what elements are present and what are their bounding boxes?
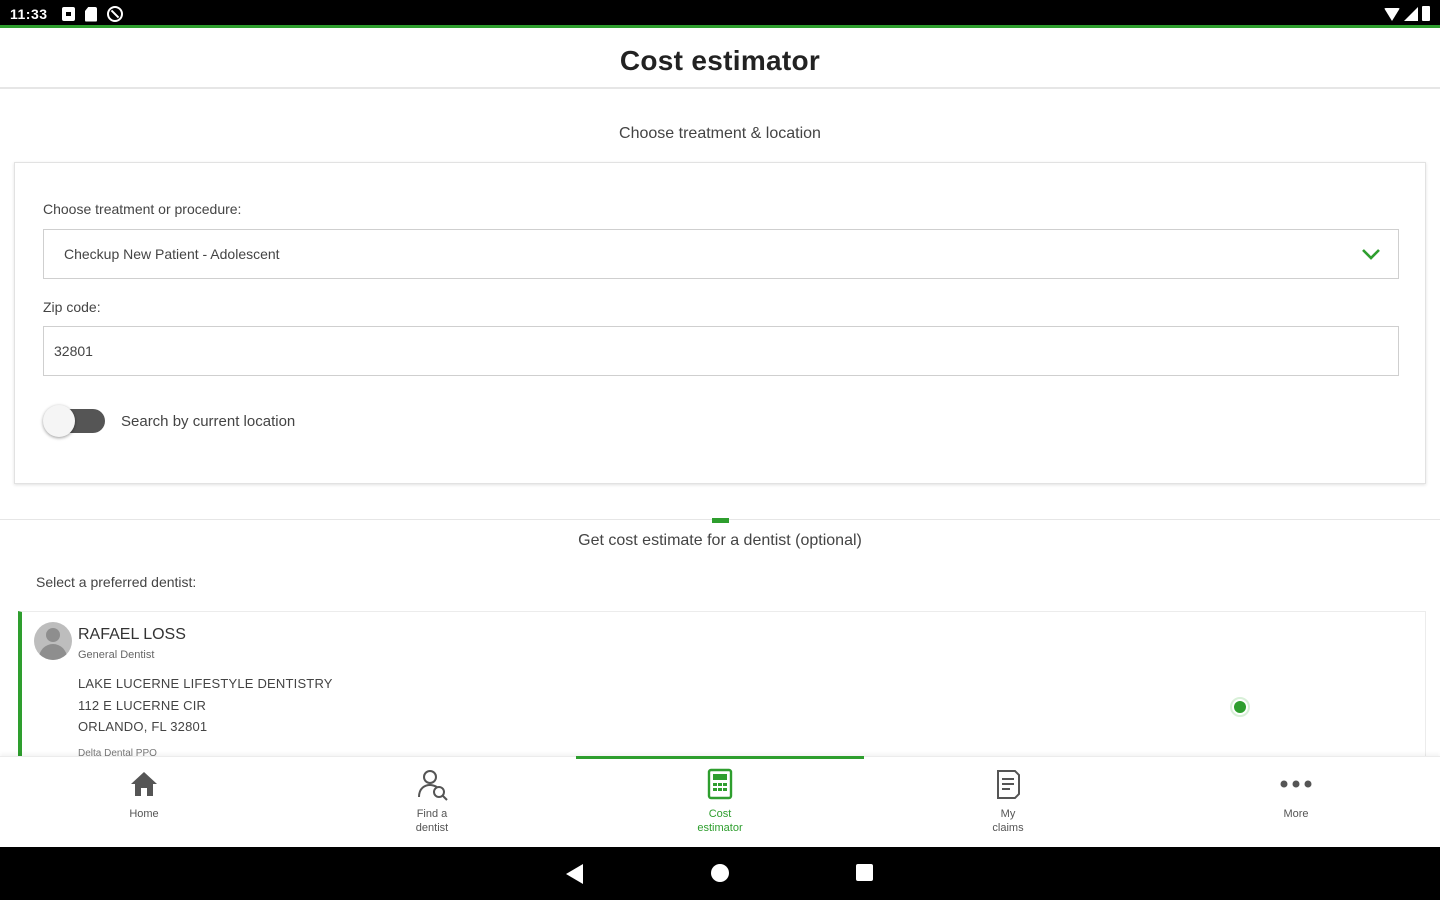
- dentist-radio[interactable]: [1230, 697, 1250, 717]
- zip-field-box: [43, 326, 1399, 376]
- status-time: 11:33: [10, 6, 48, 22]
- divider-accent: [712, 518, 729, 523]
- status-bar: 11:33: [0, 0, 1440, 28]
- nav-item-more[interactable]: More: [1152, 757, 1440, 848]
- zip-label: Zip code:: [43, 299, 101, 315]
- bottom-nav: Home Find a dentist Cost estimator My cl…: [0, 756, 1440, 847]
- calculator-icon: [703, 767, 737, 801]
- home-button-icon[interactable]: [711, 864, 729, 882]
- android-nav-bar: [0, 847, 1440, 900]
- nav-item-cost-estimator[interactable]: Cost estimator: [576, 756, 864, 848]
- treatment-select[interactable]: Checkup New Patient - Adolescent: [43, 229, 1399, 279]
- dentist-practice: LAKE LUCERNE LIFESTYLE DENTISTRY: [78, 676, 333, 691]
- recent-apps-icon[interactable]: [856, 864, 873, 881]
- more-icon: [1279, 767, 1313, 801]
- page-title: Cost estimator: [619, 45, 821, 76]
- treatment-label: Choose treatment or procedure:: [43, 201, 242, 217]
- status-system-icons: [1384, 6, 1430, 21]
- zip-input[interactable]: [44, 327, 1398, 375]
- toggle-thumb: [43, 405, 75, 437]
- dentist-address-line2: ORLANDO, FL 32801: [78, 719, 208, 734]
- nav-item-home[interactable]: Home: [0, 757, 288, 848]
- nav-item-find-dentist[interactable]: Find a dentist: [288, 757, 576, 848]
- treatment-select-value: Checkup New Patient - Adolescent: [64, 246, 280, 262]
- dentist-type: General Dentist: [78, 649, 155, 661]
- home-icon: [127, 767, 161, 801]
- status-notification-icons: [62, 6, 123, 22]
- dentist-name: RAFAEL LOSS: [78, 626, 186, 643]
- dentist-card[interactable]: RAFAEL LOSS General Dentist LAKE LUCERNE…: [18, 611, 1426, 761]
- section-title-dentist: Get cost estimate for a dentist (optiona…: [578, 532, 862, 549]
- section-title-treatment: Choose treatment & location: [619, 125, 821, 142]
- nav-label-more: More: [1283, 808, 1309, 820]
- avatar: [34, 622, 72, 660]
- wifi-icon: [1384, 8, 1400, 21]
- preferred-dentist-label: Select a preferred dentist:: [36, 574, 197, 590]
- nav-label-cost-estimator: Cost estimator: [697, 808, 743, 834]
- nav-label-my-claims: My claims: [992, 808, 1024, 834]
- battery-icon: [1422, 6, 1430, 21]
- app-header: Cost estimator: [0, 31, 1440, 89]
- sd-card-icon: [85, 6, 97, 22]
- radio-selected-dot: [1234, 701, 1246, 713]
- chevron-down-icon[interactable]: [1354, 237, 1388, 271]
- treatment-location-card: Choose treatment or procedure: Checkup N…: [14, 162, 1426, 484]
- nav-item-my-claims[interactable]: My claims: [864, 757, 1152, 848]
- nav-label-find-dentist: Find a dentist: [415, 808, 449, 834]
- dentist-address-line1: 112 E LUCERNE CIR: [78, 698, 207, 713]
- nav-label-home: Home: [129, 808, 159, 820]
- notification-icon: [62, 7, 75, 21]
- location-toggle-label: Search by current location: [121, 413, 296, 430]
- blocked-icon: [107, 6, 123, 22]
- find-dentist-icon: [415, 767, 449, 801]
- location-toggle[interactable]: [43, 403, 105, 437]
- signal-icon: [1404, 7, 1418, 21]
- back-icon[interactable]: [566, 864, 583, 884]
- claims-icon: [991, 767, 1025, 801]
